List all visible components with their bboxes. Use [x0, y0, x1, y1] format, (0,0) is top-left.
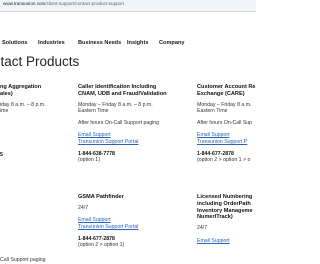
card-hours: 24/7	[197, 225, 208, 232]
card-phone-option: (option 1)	[78, 157, 100, 164]
card-phone[interactable]: 1-844-677-2878	[197, 151, 256, 158]
nav-item-company[interactable]: Company	[159, 40, 185, 46]
card-timezone: Eastern Time	[197, 108, 228, 115]
card-heading: Exchange (CARE)	[197, 90, 245, 97]
card-heading: ng Aggregation	[0, 84, 42, 90]
card-after-hours: After hours On-Call Sup	[197, 119, 253, 126]
product-card-gsma: GSMA Pathfinder 24/7 Email Support Trans…	[78, 194, 178, 249]
support-portal-link[interactable]: Transunion Support P	[197, 139, 256, 146]
email-support-link[interactable]: Email Support	[197, 132, 256, 139]
email-support-link[interactable]: Email Support	[78, 132, 178, 139]
nav-item-insights[interactable]: Insights	[127, 40, 148, 46]
card-timezone: ime	[0, 108, 9, 115]
product-card-aggregation: ng Aggregation ales) iday 8 a.m. – 8 p.m…	[0, 84, 70, 264]
card-heading: NumerITrack)	[197, 214, 233, 221]
card-heading: Licensed Numbering	[197, 194, 253, 200]
email-support-link[interactable]: Email Support	[78, 217, 178, 224]
support-portal-link[interactable]: Transunion Support Portal	[78, 224, 178, 231]
card-paging: Call Support paging	[0, 257, 46, 264]
browser-address-bar[interactable]: www.transunion.com/client-support/contac…	[0, 0, 256, 12]
email-support-link[interactable]: Email Support	[197, 238, 256, 245]
support-portal-link[interactable]: Transunion Support Portal	[78, 139, 178, 146]
main-nav: Solutions Industries Business Needs Insi…	[0, 35, 256, 48]
product-card-licensed-numbering: Licensed Numbering including OrderPath I…	[197, 194, 256, 244]
nav-item-business-needs[interactable]: Business Needs	[78, 40, 121, 46]
card-heading: Inventory Manageme	[197, 207, 253, 214]
product-card-caller-id: Caller Identification Including CNAM, UD…	[78, 84, 178, 164]
card-hours: Monday – Friday 8 a.m. – 8 p.m.	[78, 101, 153, 108]
card-phone: 5	[0, 151, 3, 158]
product-card-customer-account: Customer Account Re Exchange (CARE) Mond…	[197, 84, 256, 164]
card-heading: GSMA Pathfinder	[78, 194, 124, 200]
card-phone-option: (option 2 > option 1 > o	[197, 157, 251, 164]
card-hours: 24/7	[78, 204, 89, 211]
nav-item-industries[interactable]: Industries	[38, 40, 65, 46]
card-heading: CNAM, UDB and Fraud/Validation	[78, 90, 167, 97]
card-heading: Customer Account Re	[197, 84, 256, 90]
card-phone[interactable]: 1-844-677-2878	[78, 236, 178, 243]
card-after-hours: After hours On-Call Support paging	[78, 119, 160, 126]
page-title: ntact Products	[0, 54, 80, 69]
card-timezone: Eastern Time	[78, 108, 109, 115]
card-heading: including OrderPath	[197, 200, 251, 207]
card-heading: Caller Identification Including	[78, 84, 157, 90]
card-phone[interactable]: 1-844-638-7778	[78, 151, 178, 158]
card-phone-option: (option 2 > option 1)	[78, 242, 125, 249]
nav-item-solutions[interactable]: Solutions	[2, 40, 27, 46]
card-hours: iday 8 a.m. – 8 p.m.	[0, 101, 46, 108]
url-text[interactable]: www.transunion.com/client-support/contac…	[3, 1, 124, 6]
card-heading: ales)	[0, 90, 13, 97]
card-hours: Monday – Friday 8 a.m.	[197, 101, 252, 108]
